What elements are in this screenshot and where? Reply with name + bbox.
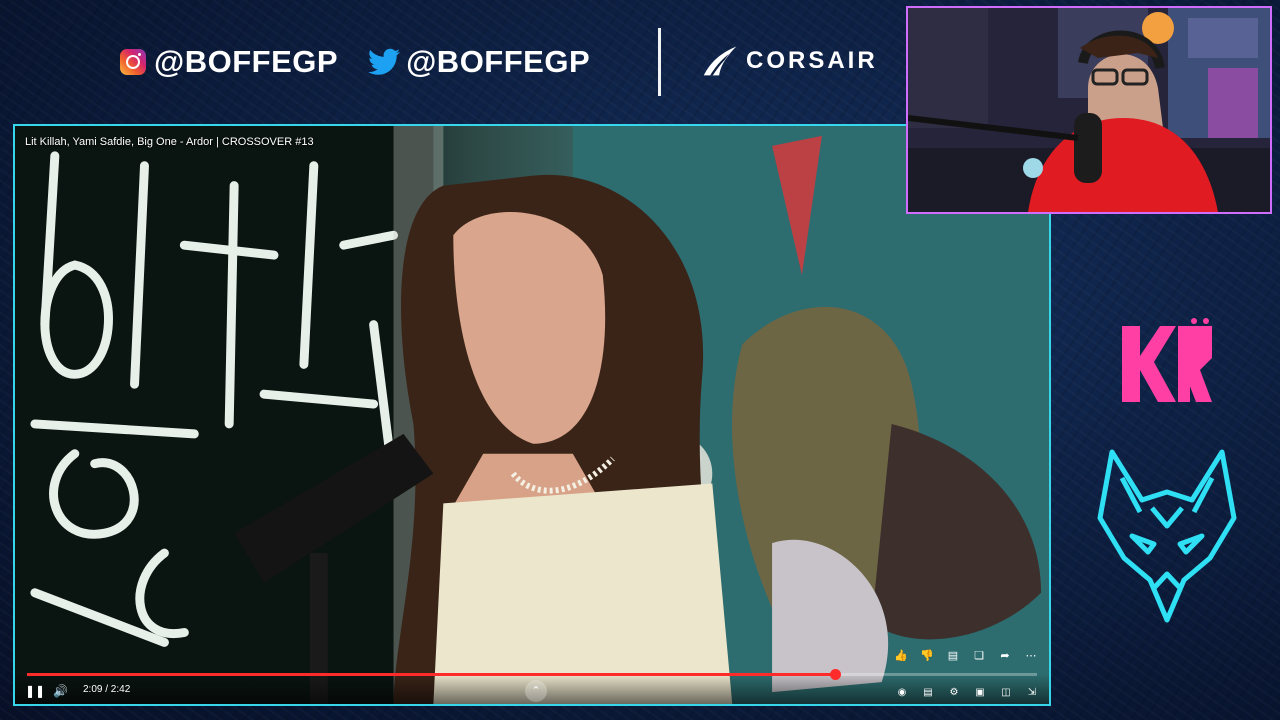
video-title: Lit Killah, Yami Safdie, Big One - Ardor… — [25, 136, 314, 148]
more-icon[interactable]: ⋯ — [1023, 648, 1039, 664]
comment-icon[interactable]: ▤ — [945, 648, 961, 664]
instagram-handle: @BOFFEGP — [154, 44, 339, 79]
header-divider — [658, 28, 661, 96]
progress-scrubber[interactable] — [830, 669, 841, 680]
twitter-social: @BOFFEGP — [368, 44, 590, 80]
settings-icon[interactable]: ⚙ — [947, 686, 961, 700]
social-bar: @BOFFEGP @BOFFEGP — [120, 38, 620, 86]
webcam-feed — [906, 6, 1272, 214]
video-frame — [15, 126, 1049, 704]
share-icon[interactable]: ➦ — [997, 648, 1013, 664]
instagram-social: @BOFFEGP — [120, 44, 338, 80]
fox-logo — [1097, 449, 1237, 623]
miniplayer-icon[interactable]: ▣ — [973, 686, 987, 700]
progress-fill — [27, 673, 835, 676]
time-display: 2:09 / 2:42 — [83, 684, 131, 695]
sponsor-logo: CORSAIR — [702, 44, 878, 78]
progress-bar[interactable] — [27, 669, 1037, 680]
twitter-handle: @BOFFEGP — [406, 44, 591, 79]
cast-icon[interactable]: ◫ — [999, 686, 1013, 700]
pause-icon[interactable]: ❚❚ — [25, 684, 45, 698]
instagram-icon — [120, 49, 146, 75]
sponsor-name: CORSAIR — [746, 47, 878, 74]
twitter-icon — [368, 48, 401, 75]
volume-icon[interactable]: 🔊 — [53, 684, 68, 698]
save-icon[interactable]: ❏ — [971, 648, 987, 664]
subtitles-icon[interactable]: ▤ — [921, 686, 935, 700]
dislike-icon[interactable]: 👎 — [919, 648, 935, 664]
like-icon[interactable]: 👍 — [893, 648, 909, 664]
corsair-sails-icon — [703, 46, 737, 76]
chevron-up-icon[interactable]: ⌃ — [525, 680, 547, 702]
collapse-icon[interactable]: ⇲ — [1025, 686, 1039, 700]
autoplay-icon[interactable]: ◉ — [895, 686, 909, 700]
right-controls: ◉ ▤ ⚙ ▣ ◫ ⇲ — [895, 686, 1039, 700]
kru-team-logo — [1122, 318, 1212, 402]
action-bar: 👍 👎 ▤ ❏ ➦ ⋯ — [893, 648, 1039, 664]
video-player[interactable]: Lit Killah, Yami Safdie, Big One - Ardor… — [13, 124, 1051, 706]
streamer-camera — [908, 8, 1270, 212]
